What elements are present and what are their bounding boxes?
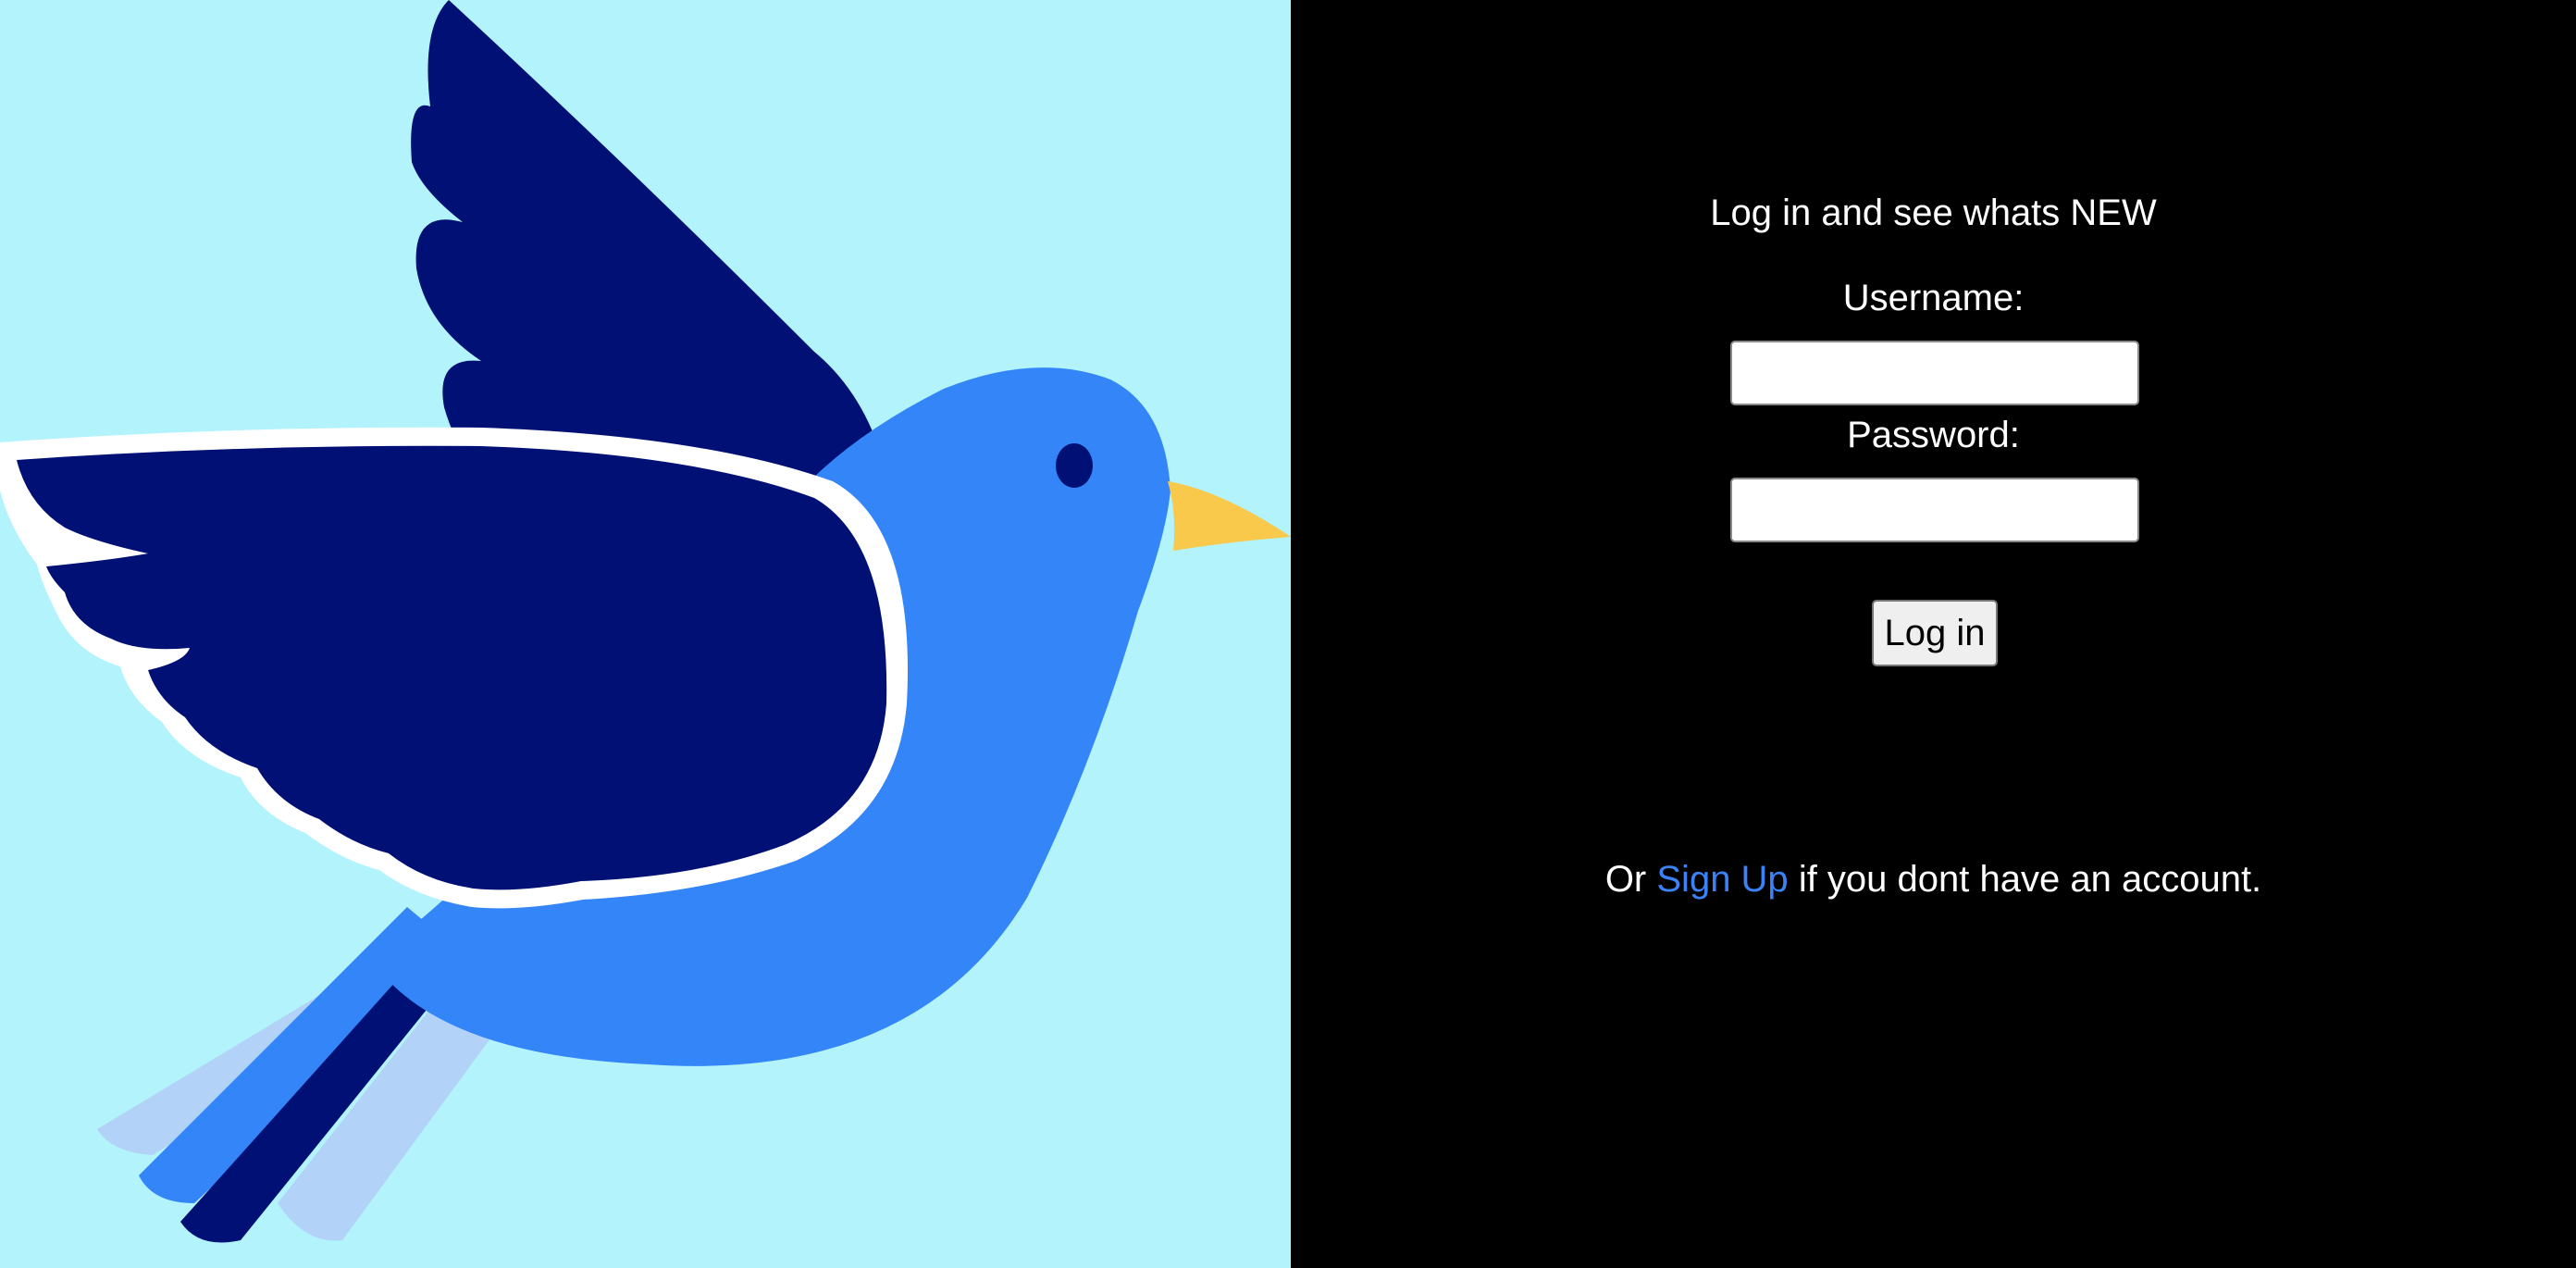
signup-prompt: Or Sign Up if you dont have an account. xyxy=(1291,857,2576,901)
username-input[interactable] xyxy=(1730,341,2139,405)
hero-panel xyxy=(0,0,1291,1268)
signup-suffix: if you dont have an account. xyxy=(1798,859,2262,900)
bird-illustration xyxy=(0,0,1291,1243)
username-label: Username: xyxy=(1842,278,2025,318)
password-label: Password: xyxy=(1847,415,2020,455)
password-input[interactable] xyxy=(1730,478,2139,542)
login-heading: Log in and see whats NEW xyxy=(1710,193,2157,233)
login-button[interactable]: Log in xyxy=(1872,600,1998,666)
signup-prefix: Or xyxy=(1604,859,1647,900)
signup-link[interactable]: Sign Up xyxy=(1656,859,1788,900)
login-panel: Log in and see whats NEW Username: Passw… xyxy=(1291,0,2576,1268)
login-page: Log in and see whats NEW Username: Passw… xyxy=(0,0,2576,1268)
